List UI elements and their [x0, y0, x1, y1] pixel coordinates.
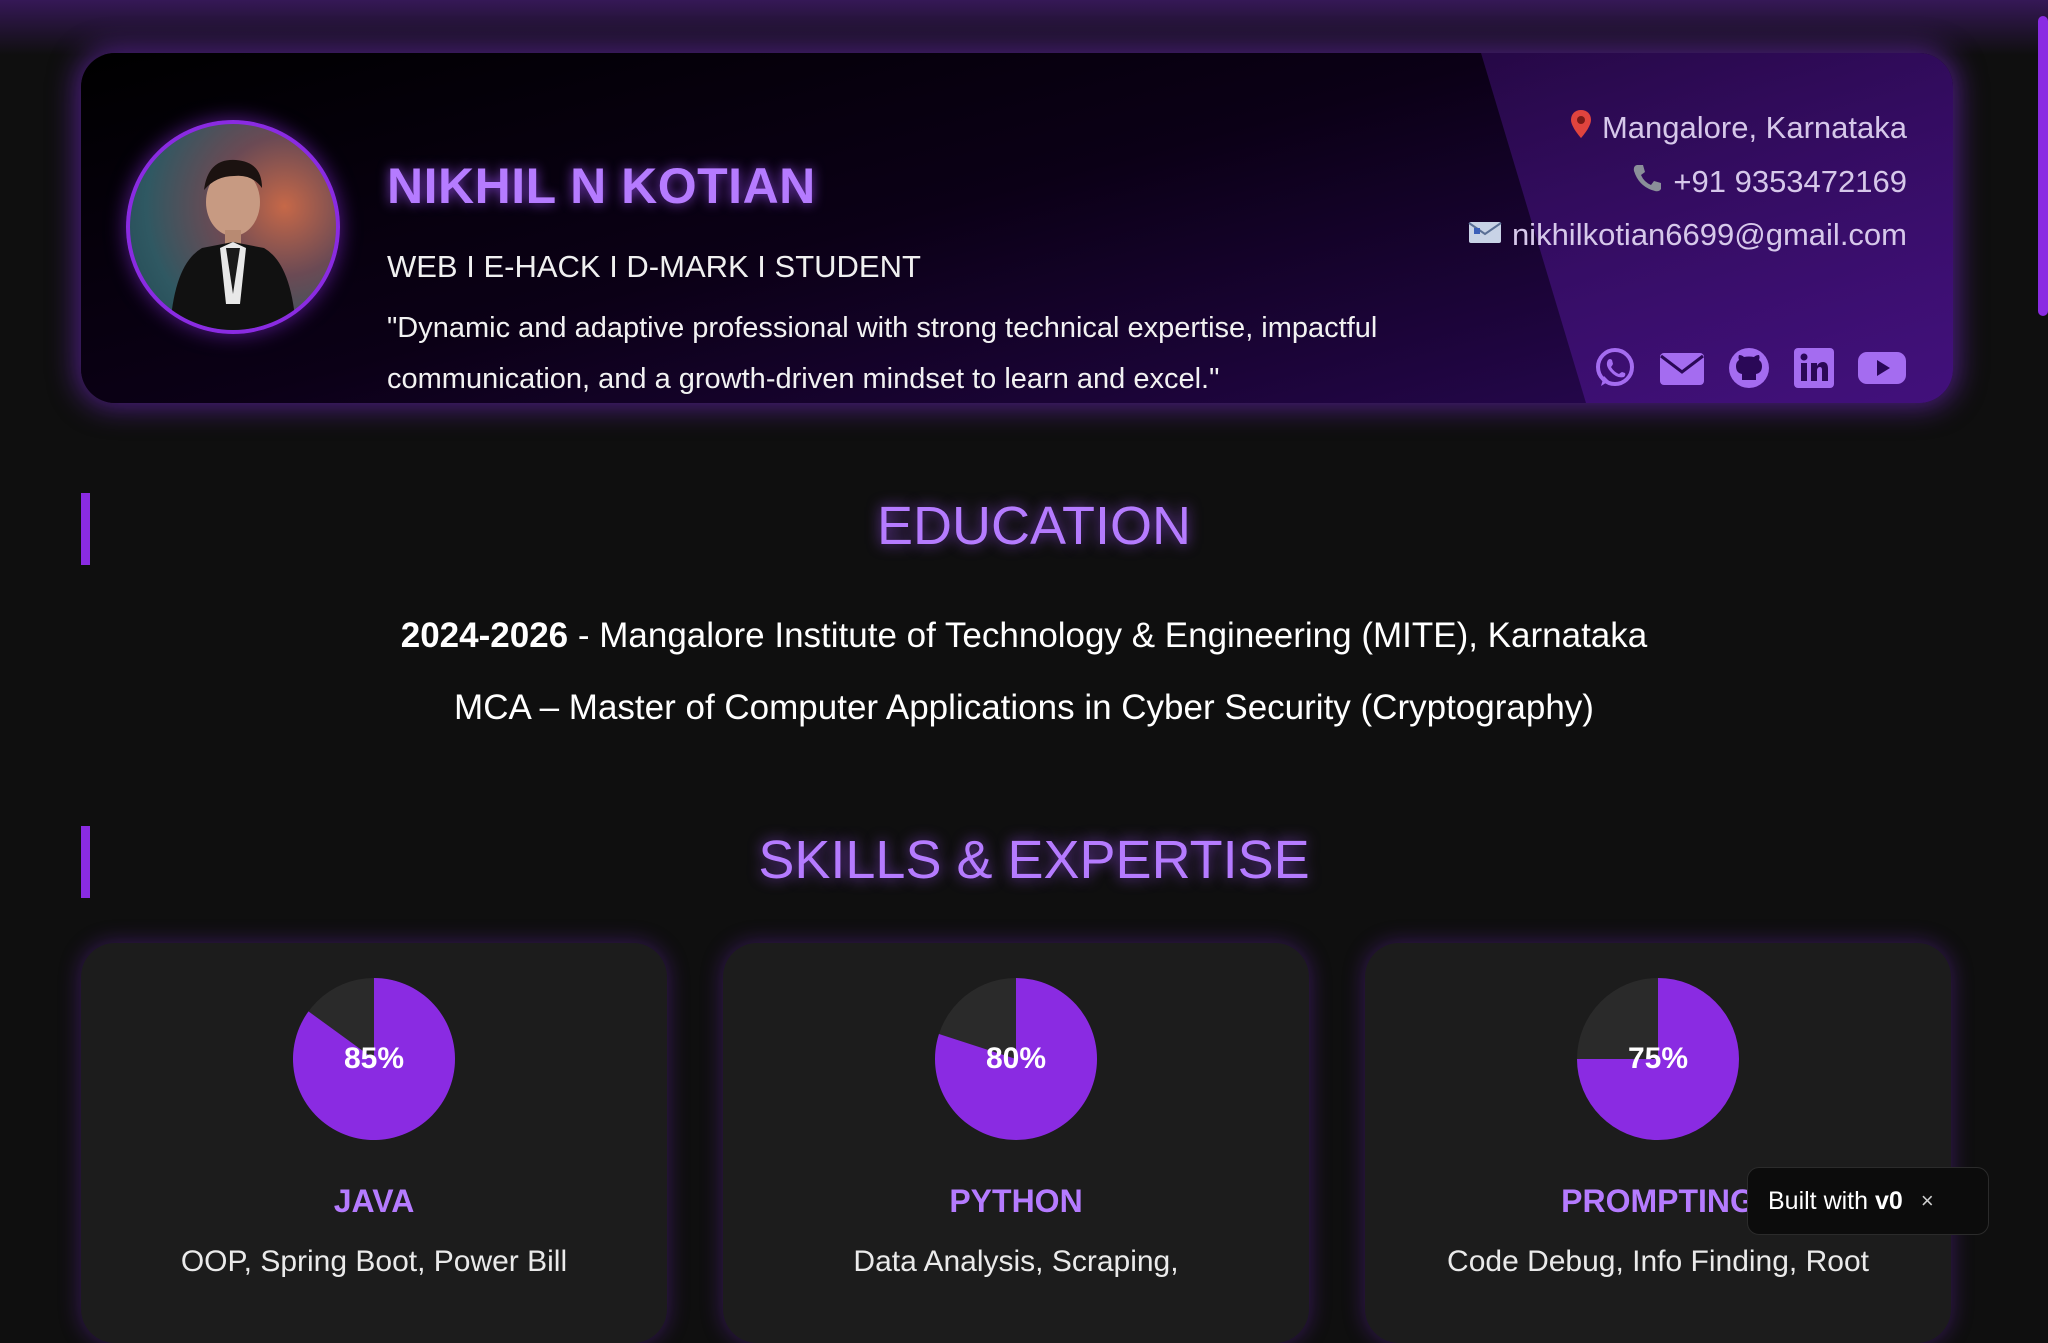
person-portrait-icon [170, 159, 296, 330]
top-glow [0, 0, 2048, 55]
phone-icon [1631, 163, 1663, 201]
contact-email[interactable]: nikhilkotian6699@gmail.com [1468, 217, 1907, 253]
skill-description: OOP, Spring Boot, Power Bill [180, 1245, 568, 1278]
profile-quote: "Dynamic and adaptive professional with … [387, 312, 1378, 395]
education-institution: - Mangalore Institute of Technology & En… [568, 616, 1648, 655]
v0-logo-icon: v0 [1875, 1186, 1903, 1215]
scrollbar-thumb[interactable] [2038, 16, 2048, 316]
whatsapp-icon[interactable] [1593, 346, 1637, 390]
contact-phone[interactable]: +91 9353472169 [1631, 163, 1907, 201]
skill-name: JAVA [333, 1183, 415, 1219]
education-entry: 2024-2026 - Mangalore Institute of Techn… [0, 616, 2048, 656]
skill-pie: 75% [1577, 978, 1739, 1140]
skills-heading: SKILLS & EXPERTISE [758, 830, 1310, 890]
built-with-label: Built with v0 [1768, 1186, 1903, 1215]
education-years: 2024-2026 [400, 616, 569, 655]
skill-percent: 85% [343, 1042, 405, 1075]
mail-icon [1468, 217, 1502, 253]
skill-percent: 75% [1627, 1042, 1689, 1075]
avatar [126, 120, 340, 334]
social-links [1593, 346, 1907, 390]
contact-location: Mangalore, Karnataka [1570, 109, 1907, 147]
close-icon[interactable]: × [1921, 1188, 1934, 1214]
youtube-icon[interactable] [1857, 346, 1907, 390]
skill-pie: 85% [293, 978, 455, 1140]
scrollbar[interactable] [2036, 0, 2048, 1280]
skill-percent: 80% [985, 1042, 1047, 1075]
built-with-badge[interactable]: Built with v0 × [1747, 1167, 1989, 1235]
contact-location-text: Mangalore, Karnataka [1601, 110, 1907, 145]
skill-pie: 80% [935, 978, 1097, 1140]
profile-tagline: WEB I E-HACK I D-MARK I STUDENT [387, 249, 921, 284]
github-icon[interactable] [1727, 346, 1771, 390]
skill-card-python: 80% PYTHON Data Analysis, Scraping, [723, 943, 1309, 1343]
education-heading: EDUCATION [876, 496, 1191, 556]
profile-header-card: NIKHIL N KOTIAN WEB I E-HACK I D-MARK I … [81, 53, 1953, 403]
education-degree: MCA – Master of Computer Applications in… [454, 688, 1594, 727]
envelope-icon[interactable] [1659, 346, 1705, 390]
profile-name: NIKHIL N KOTIAN [387, 158, 816, 214]
skill-card-java: 85% JAVA OOP, Spring Boot, Power Bill [81, 943, 667, 1343]
linkedin-icon[interactable] [1793, 346, 1835, 390]
skill-card-prompting: 75% PROMPTING Code Debug, Info Finding, … [1365, 943, 1951, 1343]
contact-phone-text: +91 9353472169 [1673, 164, 1907, 199]
skill-description: Code Debug, Info Finding, Root [1447, 1245, 1869, 1278]
pin-icon [1570, 109, 1592, 147]
skill-name: PYTHON [949, 1183, 1083, 1219]
contact-email-text: nikhilkotian6699@gmail.com [1511, 217, 1907, 252]
skill-description: Data Analysis, Scraping, [853, 1245, 1179, 1278]
